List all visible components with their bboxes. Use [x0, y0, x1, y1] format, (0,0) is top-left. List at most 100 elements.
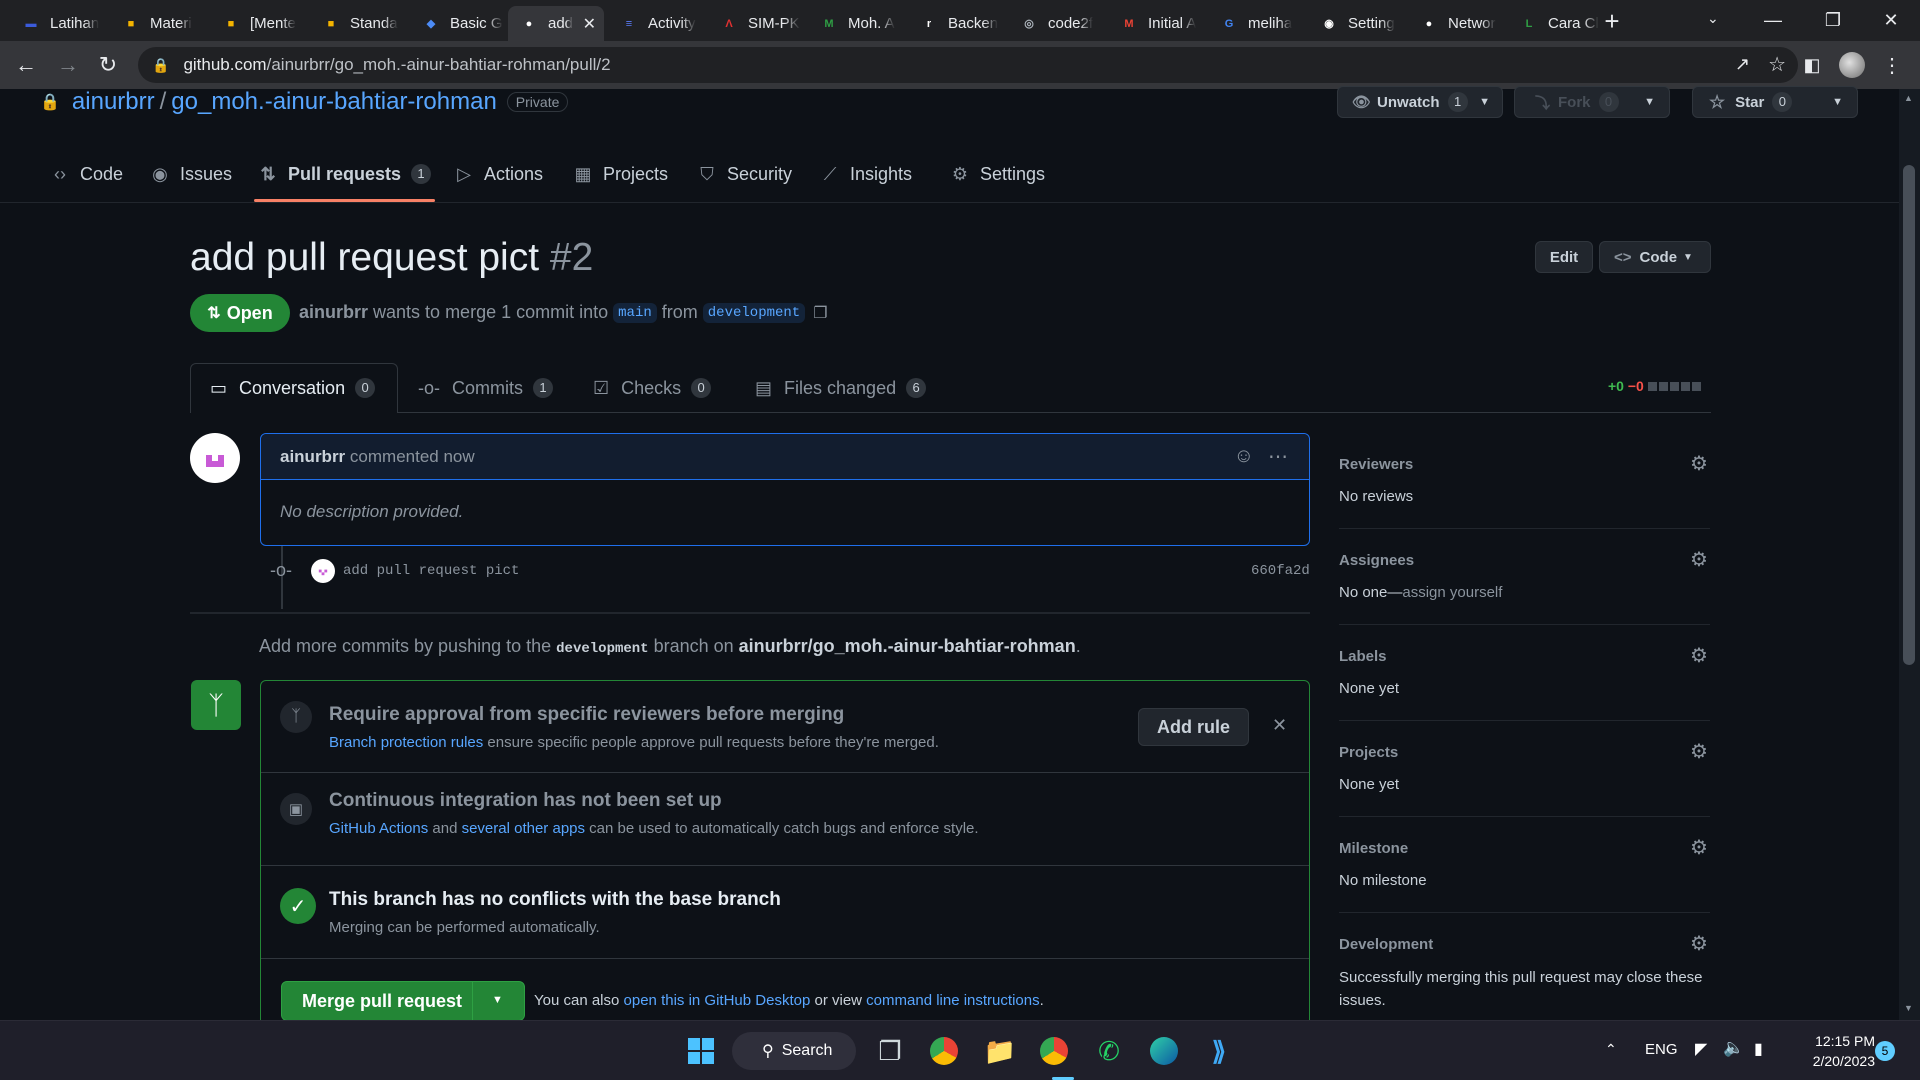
- file-explorer-icon[interactable]: 📁: [978, 1029, 1022, 1073]
- gear-icon[interactable]: ⚙: [1688, 453, 1710, 475]
- smiley-icon[interactable]: ☺: [1234, 445, 1254, 468]
- ci-description: GitHub Actions and several other apps ca…: [329, 820, 979, 837]
- language-indicator[interactable]: ENG: [1645, 1041, 1678, 1058]
- add-rule-label: Add rule: [1156, 716, 1230, 737]
- merge-alt-text: You can also open this in GitHub Desktop…: [534, 992, 1044, 1009]
- system-tray-chevron-icon[interactable]: ⌃: [1605, 1041, 1617, 1058]
- pr-tab-commits[interactable]: -o- Commits 1: [418, 363, 553, 413]
- conflict-title: This branch has no conflicts with the ba…: [329, 889, 781, 910]
- branch-icon: ᛉ: [280, 701, 312, 733]
- check-icon: ✓: [280, 888, 316, 924]
- edge-icon[interactable]: [1142, 1029, 1186, 1073]
- notification-badge[interactable]: 5: [1875, 1041, 1895, 1061]
- rule-title: Require approval from specific reviewers…: [329, 704, 845, 725]
- assignees-title: Assignees: [1339, 552, 1415, 569]
- sidebar-divider: [1339, 528, 1710, 529]
- gear-icon[interactable]: ⚙: [1688, 933, 1710, 955]
- chevron-down-icon[interactable]: ▼: [492, 994, 503, 1006]
- assignees-value: No one—assign yourself: [1339, 584, 1502, 601]
- comment-author-link[interactable]: ainurbrr: [280, 447, 345, 467]
- or-view-text: or view: [814, 992, 862, 1009]
- comment-icon: ▭: [210, 377, 228, 398]
- pr-tab-count: 6: [906, 378, 927, 398]
- development-value: Successfully merging this pull request m…: [1339, 969, 1703, 1009]
- commit-message-link[interactable]: add pull request pict: [343, 563, 519, 579]
- identicon-icon: [206, 455, 224, 467]
- pr-tab-files-changed[interactable]: ▤ Files changed 6: [755, 363, 927, 413]
- pr-tab-label: Files changed: [784, 377, 897, 398]
- github-actions-link[interactable]: GitHub Actions: [329, 820, 428, 837]
- push-hint-suffix: .: [1075, 636, 1081, 656]
- sidebar-divider: [1339, 720, 1710, 721]
- clock[interactable]: 12:15 PM 2/20/2023: [1797, 1031, 1875, 1071]
- comment-avatar[interactable]: [190, 433, 240, 483]
- scroll-down-icon[interactable]: ▼: [1904, 1003, 1913, 1013]
- robot-icon: ▣: [280, 793, 312, 825]
- conflicts-row: ✓ This branch has no conflicts with the …: [261, 866, 1309, 959]
- add-rule-button[interactable]: Add rule: [1138, 708, 1249, 746]
- pr-tab-count: 1: [533, 378, 553, 398]
- comment-body: No description provided.: [280, 502, 464, 521]
- labels-value: None yet: [1339, 680, 1400, 697]
- reviewers-value: No reviews: [1339, 488, 1414, 505]
- github-desktop-link[interactable]: open this in GitHub Desktop: [624, 992, 811, 1009]
- dismiss-close-icon[interactable]: ✕: [1272, 715, 1287, 736]
- merge-pull-request-button[interactable]: Merge pull request ▼: [281, 981, 525, 1021]
- branch-protection-link[interactable]: Branch protection rules: [329, 734, 483, 751]
- battery-icon[interactable]: ▮: [1754, 1039, 1763, 1059]
- chrome-icon[interactable]: [1032, 1029, 1076, 1073]
- reviewers-title: Reviewers: [1339, 456, 1414, 473]
- sidebar-divider: [1339, 816, 1710, 817]
- wifi-icon[interactable]: ◤: [1695, 1039, 1707, 1059]
- pr-tab-conversation[interactable]: ▭ Conversation 0: [210, 363, 376, 413]
- kebab-menu-icon[interactable]: ⋯: [1268, 444, 1289, 469]
- task-view-icon[interactable]: ❐: [868, 1029, 912, 1073]
- comment-meta[interactable]: commented now: [350, 447, 475, 467]
- scrollbar-thumb[interactable]: [1903, 165, 1915, 665]
- gear-icon[interactable]: ⚙: [1688, 549, 1710, 571]
- assign-yourself-link[interactable]: assign yourself: [1402, 584, 1502, 601]
- pr-tab-label: Conversation: [239, 377, 346, 398]
- identicon-icon: [318, 569, 328, 576]
- push-hint: Add more commits by pushing to the devel…: [259, 636, 1081, 657]
- whatsapp-icon[interactable]: ✆: [1087, 1029, 1131, 1073]
- search-icon: ⚲: [762, 1043, 774, 1060]
- ci-title: Continuous integration has not been set …: [329, 790, 722, 811]
- checklist-icon: ☑: [593, 377, 610, 398]
- pr-tab-checks[interactable]: ☑ Checks 0: [593, 363, 712, 413]
- commit-icon: -o-: [418, 377, 440, 398]
- start-windows-icon[interactable]: [679, 1029, 723, 1073]
- gear-icon[interactable]: ⚙: [1688, 645, 1710, 667]
- milestone-title: Milestone: [1339, 840, 1409, 857]
- sidebar-divider: [1339, 624, 1710, 625]
- commit-avatar[interactable]: [311, 559, 335, 583]
- alt-text-end: .: [1039, 992, 1044, 1009]
- labels-title: Labels: [1339, 648, 1387, 665]
- commit-sha-link[interactable]: 660fa2d: [1251, 563, 1310, 579]
- development-title: Development: [1339, 936, 1434, 953]
- pr-tab-label: Checks: [621, 377, 682, 398]
- scroll-up-icon[interactable]: ▲: [1904, 93, 1913, 103]
- ci-and: and: [432, 820, 458, 837]
- rule-text: ensure specific people approve pull requ…: [487, 734, 939, 751]
- rule-description: Branch protection rules ensure specific …: [329, 734, 939, 751]
- gear-icon[interactable]: ⚙: [1688, 741, 1710, 763]
- push-hint-prefix: Add more commits by pushing to the: [259, 636, 552, 656]
- volume-icon[interactable]: 🔈: [1723, 1038, 1744, 1058]
- ci-row: ▣ Continuous integration has not been se…: [261, 773, 1309, 866]
- vscode-icon[interactable]: ⟫: [1197, 1029, 1241, 1073]
- taskbar-search-label: Search: [781, 1042, 833, 1059]
- push-hint-mid: branch on: [653, 636, 734, 656]
- chrome-profile-icon[interactable]: [922, 1029, 966, 1073]
- push-hint-repo-link[interactable]: ainurbrr/go_moh.-ainur-bahtiar-rohman: [739, 636, 1076, 656]
- merge-button-label: Merge pull request: [302, 990, 463, 1011]
- sidebar-divider: [1339, 912, 1710, 913]
- cli-instructions-link[interactable]: command line instructions: [866, 992, 1039, 1009]
- taskbar-search[interactable]: ⚲ Search: [732, 1032, 856, 1070]
- other-apps-link[interactable]: several other apps: [462, 820, 585, 837]
- page-scrollbar[interactable]: ▲ ▼: [1899, 89, 1920, 1020]
- timeline-end-divider: [190, 612, 1310, 614]
- pr-tabs: ▭ Conversation 0 -o- Commits 1 ☑ Checks 0 ▤ Files …: [0, 0, 1900, 420]
- gear-icon[interactable]: ⚙: [1688, 837, 1710, 859]
- ci-text: can be used to automatically catch bugs …: [589, 820, 979, 837]
